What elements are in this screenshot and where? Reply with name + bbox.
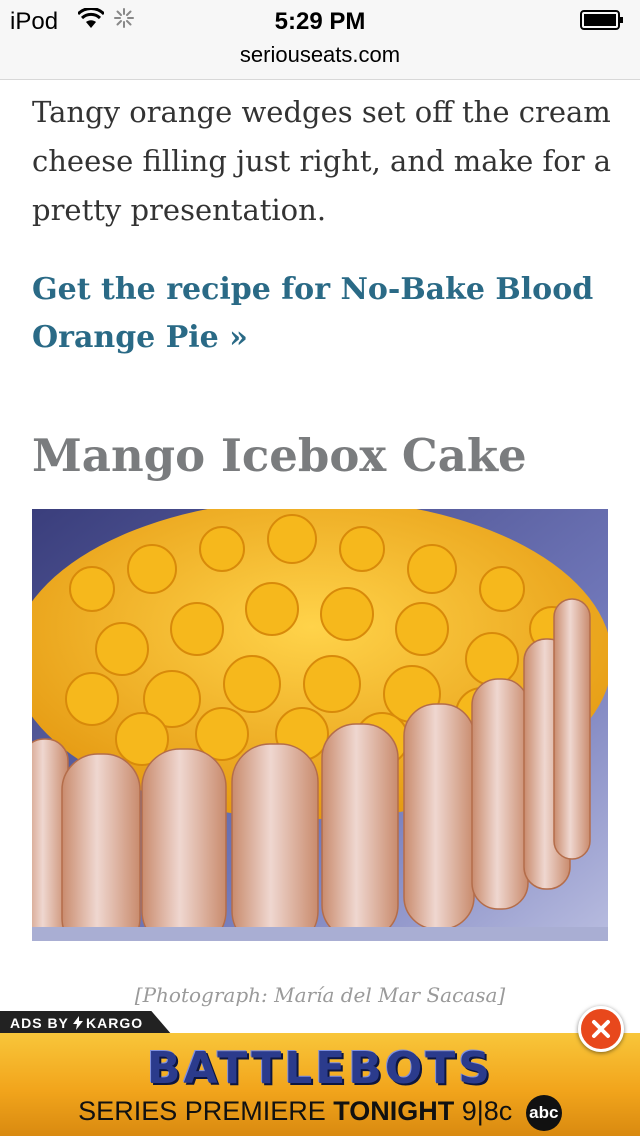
section-heading: Mango Icebox Cake — [32, 429, 527, 482]
bolt-icon — [73, 1016, 83, 1030]
ad-subtitle-bold: TONIGHT — [333, 1096, 455, 1127]
address-bar-url[interactable]: seriouseats.com — [0, 42, 640, 68]
ads-by-tag[interactable]: ADS BY KARGO — [0, 1011, 172, 1035]
ads-by-label: ADS BY — [10, 1015, 69, 1031]
ad-banner[interactable]: BATTLEBOTS SERIES PREMIERE TONIGHT 9|8c … — [0, 1033, 640, 1136]
status-bar: iPod 5:29 PM seriouseats.com — [0, 0, 640, 80]
ad-title: BATTLEBOTS — [147, 1043, 493, 1094]
ad-subtitle-post: 9|8c — [454, 1096, 513, 1127]
photo-caption: [Photograph: María del Mar Sacasa] — [134, 983, 506, 1007]
ad-subtitle: SERIES PREMIERE TONIGHT 9|8c abc — [0, 1095, 640, 1131]
network-logo: abc — [525, 1095, 562, 1131]
ad-subtitle-pre: SERIES PREMIERE — [78, 1096, 334, 1127]
ad-network-label: KARGO — [86, 1015, 144, 1031]
ad-close-button[interactable] — [578, 1006, 624, 1052]
recipe-link[interactable]: Get the recipe for No-Bake Blood Orange … — [32, 266, 612, 362]
close-icon — [592, 1020, 610, 1038]
battery-icon — [580, 10, 623, 30]
cake-photo — [32, 509, 608, 941]
clock: 5:29 PM — [274, 8, 366, 35]
intro-paragraph: Tangy orange wedges set off the cream ch… — [32, 95, 612, 227]
